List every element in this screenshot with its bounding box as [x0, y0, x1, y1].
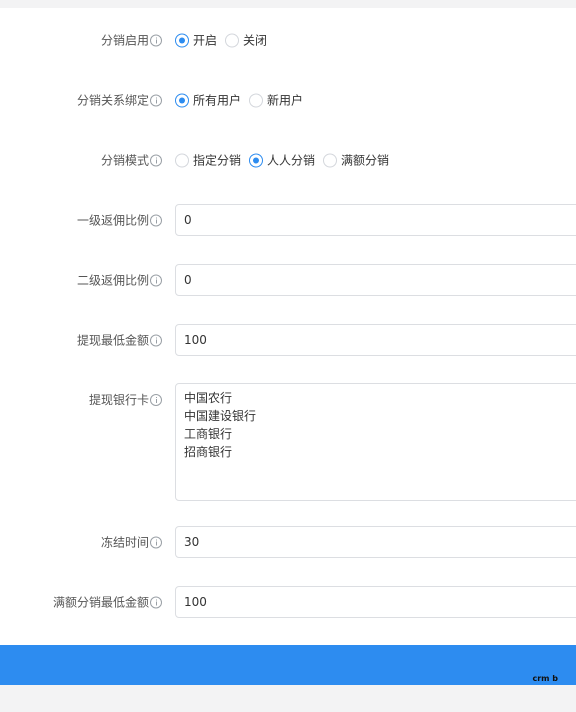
- radio-label: 新用户: [267, 93, 304, 108]
- radio-label: 人人分销: [267, 153, 316, 168]
- field-label: 分销关系绑定: [77, 92, 162, 109]
- field-label: 提现最低金额: [77, 332, 162, 349]
- radio-button[interactable]: [175, 93, 189, 107]
- radio-button[interactable]: [225, 33, 240, 47]
- row-distribution-mode: 分销模式 指定分销 人人分销 满额分销: [0, 144, 576, 176]
- info-icon[interactable]: [150, 334, 162, 346]
- info-icon[interactable]: [150, 34, 162, 46]
- radio-label: 关闭: [243, 33, 268, 48]
- radio-button[interactable]: [249, 93, 264, 107]
- row-level2-ratio: 二级返佣比例: [0, 264, 576, 296]
- radio-option-full-amount[interactable]: 满额分销: [323, 152, 389, 169]
- level1-ratio-input[interactable]: [175, 204, 576, 236]
- distribution-enabled-label: 分销启用: [100, 33, 149, 48]
- distribution-mode-radios: 指定分销 人人分销 满额分销: [175, 152, 397, 169]
- row-distribution-enabled: 分销启用 开启 关闭: [0, 24, 576, 56]
- relation-binding-radios: 所有用户 新用户: [175, 92, 311, 109]
- radio-button[interactable]: [175, 33, 189, 47]
- info-icon[interactable]: [150, 274, 162, 286]
- field-label: 冻结时间: [101, 534, 162, 551]
- field-label: 一级返佣比例: [77, 212, 162, 229]
- info-icon[interactable]: [150, 536, 162, 548]
- radio-label: 所有用户: [193, 93, 242, 108]
- field-label: 提现银行卡: [89, 391, 162, 408]
- full-amount-min-label: 满额分销最低金额: [52, 595, 149, 610]
- full-amount-min-input[interactable]: [175, 586, 576, 618]
- radio-button[interactable]: [175, 153, 189, 167]
- footer-action-bar: crm b: [0, 645, 576, 685]
- radio-label: 满额分销: [341, 153, 390, 168]
- field-label: 分销模式: [101, 152, 162, 169]
- freeze-time-label: 冻结时间: [100, 535, 149, 550]
- info-icon[interactable]: [150, 154, 162, 166]
- settings-form: 分销启用 开启 关闭 分销关系绑定 所有用户 新用户 分销模式 指定分销 人人分…: [0, 8, 576, 685]
- top-strip: [0, 0, 576, 8]
- radio-button[interactable]: [323, 153, 338, 167]
- radio-option-all-users[interactable]: 所有用户: [175, 92, 241, 109]
- info-icon[interactable]: [150, 393, 162, 406]
- level1-ratio-label: 一级返佣比例: [76, 213, 149, 228]
- distribution-mode-label: 分销模式: [100, 153, 149, 168]
- radio-option-new-users[interactable]: 新用户: [249, 92, 303, 109]
- row-bank-cards: 提现银行卡: [0, 383, 576, 501]
- field-label: 满额分销最低金额: [53, 594, 162, 611]
- level2-ratio-label: 二级返佣比例: [76, 273, 149, 288]
- radio-option-everyone[interactable]: 人人分销: [249, 152, 315, 169]
- row-freeze-time: 冻结时间: [0, 526, 576, 558]
- bank-cards-textarea[interactable]: [175, 383, 576, 501]
- level2-ratio-input[interactable]: [175, 264, 576, 296]
- info-icon[interactable]: [150, 94, 162, 106]
- distribution-enabled-radios: 开启 关闭: [175, 32, 275, 49]
- info-icon[interactable]: [150, 596, 162, 608]
- row-min-withdraw: 提现最低金额: [0, 324, 576, 356]
- radio-label: 指定分销: [193, 153, 242, 168]
- bank-cards-label: 提现银行卡: [88, 393, 149, 407]
- footer-watermark: crm b: [532, 674, 558, 683]
- row-relation-binding: 分销关系绑定 所有用户 新用户: [0, 84, 576, 116]
- radio-label: 开启: [193, 33, 218, 48]
- min-withdraw-label: 提现最低金额: [76, 333, 149, 348]
- min-withdraw-input[interactable]: [175, 324, 576, 356]
- radio-option-disable[interactable]: 关闭: [225, 32, 267, 49]
- freeze-time-input[interactable]: [175, 526, 576, 558]
- field-label: 分销启用: [101, 32, 162, 49]
- field-label: 二级返佣比例: [77, 272, 162, 289]
- radio-option-designated[interactable]: 指定分销: [175, 152, 241, 169]
- info-icon[interactable]: [150, 214, 162, 226]
- row-full-amount-min: 满额分销最低金额: [0, 586, 576, 618]
- row-level1-ratio: 一级返佣比例: [0, 204, 576, 236]
- radio-button[interactable]: [249, 153, 264, 167]
- radio-option-enable[interactable]: 开启: [175, 32, 217, 49]
- relation-binding-label: 分销关系绑定: [76, 93, 149, 108]
